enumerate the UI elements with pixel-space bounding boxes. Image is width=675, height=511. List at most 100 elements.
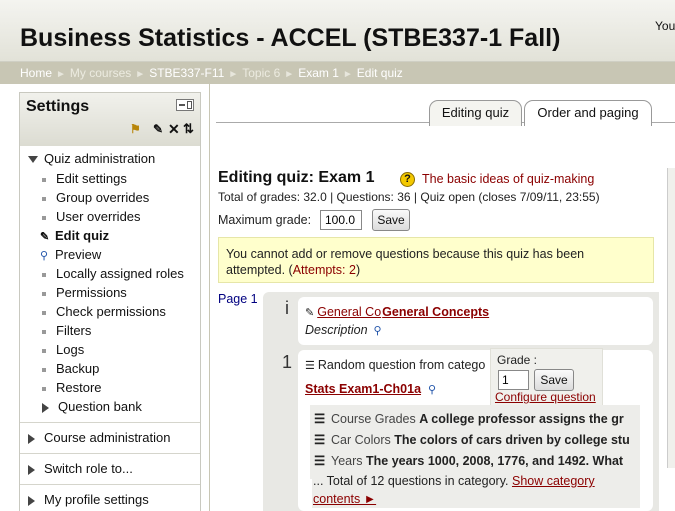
settings-item-label: Group overrides	[56, 190, 150, 205]
item-text: A college professor assigns the gr	[419, 412, 624, 426]
settings-item-user-overrides[interactable]: User overrides	[42, 209, 141, 224]
course-administration-node[interactable]: Course administration	[28, 430, 170, 445]
preview-magnifier-icon[interactable]: ⚲	[428, 384, 436, 396]
grade-input[interactable]	[498, 370, 529, 390]
breadcrumb-home[interactable]: Home	[20, 66, 52, 80]
settings-item-restore[interactable]: Restore	[42, 380, 102, 395]
breadcrumb-trail: Home ► My courses ► STBE337-F11 ► Topic 6 ► Exam…	[20, 66, 403, 80]
list-item: ☰ Years The years 1000, 2008, 1776, and 1…	[314, 453, 623, 468]
settings-title: Settings	[26, 98, 90, 115]
move-block-icon[interactable]: ⇅	[183, 121, 194, 137]
preview-magnifier-icon[interactable]: ⚲	[374, 325, 382, 337]
edit-pencil-icon: ✎	[305, 307, 315, 319]
assign-roles-icon[interactable]: ⚑	[130, 122, 141, 136]
bullet-icon	[42, 291, 46, 296]
settings-item-check-permissions[interactable]: Check permissions	[42, 304, 166, 319]
settings-item-edit-quiz[interactable]: ✎ Edit quiz	[40, 228, 109, 243]
settings-item-filters[interactable]: Filters	[42, 323, 91, 338]
item-text: The colors of cars driven by college stu	[394, 433, 630, 447]
collapsed-triangle-icon	[28, 433, 35, 444]
settings-item-label: Logs	[56, 342, 85, 357]
right-block-edge	[667, 168, 675, 468]
configure-question-link[interactable]: Configure question	[495, 391, 596, 404]
my-profile-settings-node[interactable]: My profile settings	[28, 492, 149, 507]
breadcrumb-edit-quiz: Edit quiz	[356, 66, 403, 80]
question-title-row: ✎ General CoGeneral Concepts	[305, 305, 489, 319]
dock-block-icon[interactable]	[176, 99, 194, 111]
breadcrumb-my-courses[interactable]: My courses	[70, 66, 131, 80]
tab-order-and-paging[interactable]: Order and paging	[524, 100, 652, 126]
collapsed-triangle-icon	[42, 402, 49, 413]
collapsed-triangle-icon	[28, 495, 35, 506]
attempts-link[interactable]: Attempts: 2	[293, 263, 356, 277]
settings-header: Settings ⚑ ✎ ✕ ⇅	[20, 93, 200, 146]
max-grade-label: Maximum grade:	[218, 213, 312, 227]
grade-save-button[interactable]: Save	[534, 369, 574, 391]
bullet-icon	[42, 196, 46, 201]
settings-item-preview[interactable]: ⚲ Preview	[40, 247, 101, 262]
breadcrumb: Home ► My courses ► STBE337-F11 ► Topic 6 ► Exam…	[0, 62, 675, 84]
edit-pencil-icon: ✎	[40, 231, 50, 243]
max-grade-save-button[interactable]: Save	[372, 209, 410, 231]
quiz-administration-node[interactable]: Quiz administration	[28, 151, 155, 166]
section-label: My profile settings	[44, 492, 149, 507]
item-name: Years	[331, 454, 363, 468]
settings-item-label: Edit quiz	[55, 228, 110, 243]
bullet-icon	[42, 348, 46, 353]
expanded-triangle-icon	[28, 156, 38, 164]
settings-item-logs[interactable]: Logs	[42, 342, 84, 357]
question-text-link[interactable]: General Concepts	[382, 305, 489, 319]
random-question-text: Random question from catego	[317, 358, 486, 372]
settings-item-label: Permissions	[56, 285, 127, 300]
question-list-icon: ☰	[314, 454, 326, 468]
settings-item-permissions[interactable]: Permissions	[42, 285, 127, 300]
settings-item-question-bank[interactable]: Question bank	[42, 399, 142, 414]
delete-block-icon[interactable]: ✕	[168, 121, 180, 138]
breadcrumb-exam[interactable]: Exam 1	[298, 66, 339, 80]
total-text: ... Total of 12 questions in category.	[313, 474, 509, 488]
collapsed-triangle-icon	[28, 464, 35, 475]
main-divider	[209, 84, 210, 511]
attempted-notice: You cannot add or remove questions becau…	[218, 237, 654, 283]
settings-item-locally-assigned-roles[interactable]: Locally assigned roles	[42, 266, 184, 281]
settings-item-label: Filters	[56, 323, 92, 338]
item-text: The years 1000, 2008, 1776, and 1492. Wh…	[366, 454, 624, 468]
breadcrumb-course[interactable]: STBE337-F11	[149, 66, 224, 80]
configure-block-icon[interactable]: ✎	[153, 122, 163, 136]
section-divider	[20, 422, 200, 423]
breadcrumb-separator-icon: ►	[284, 69, 295, 80]
breadcrumb-separator-icon: ►	[56, 69, 66, 80]
settings-item-edit-settings[interactable]: Edit settings	[42, 171, 127, 186]
switch-role-node[interactable]: Switch role to...	[28, 461, 133, 476]
question-type-row: Description ⚲	[305, 323, 382, 337]
settings-item-label: Edit settings	[56, 171, 127, 186]
grade-label: Grade :	[497, 353, 538, 367]
breadcrumb-topic[interactable]: Topic 6	[242, 66, 280, 80]
magnifier-icon: ⚲	[40, 250, 49, 262]
quiz-status-line: Total of grades: 32.0 | Questions: 36 | …	[218, 190, 600, 204]
settings-item-group-overrides[interactable]: Group overrides	[42, 190, 149, 205]
breadcrumb-separator-icon: ►	[135, 69, 146, 80]
question-number: 1	[282, 352, 293, 372]
help-link[interactable]: The basic ideas of quiz-making	[422, 172, 594, 186]
settings-item-backup[interactable]: Backup	[42, 361, 99, 376]
item-name: Course Grades	[331, 412, 416, 426]
max-grade-input[interactable]	[320, 210, 362, 230]
section-divider	[20, 453, 200, 454]
tab-editing-quiz[interactable]: Editing quiz	[429, 100, 522, 126]
settings-item-label: Restore	[56, 380, 102, 395]
question-list-icon: ☰	[314, 433, 326, 447]
settings-item-label: Question bank	[58, 399, 142, 414]
question-name-link[interactable]: General Co	[317, 305, 381, 319]
page-title: Editing quiz: Exam 1	[218, 169, 375, 186]
list-item: ☰ Course Grades A college professor assig…	[314, 411, 624, 426]
bullet-icon	[42, 329, 46, 334]
section-label: Course administration	[44, 430, 171, 445]
item-name: Car Colors	[331, 433, 391, 447]
quiz-administration-label: Quiz administration	[44, 151, 156, 166]
section-divider	[20, 484, 200, 485]
category-link[interactable]: Stats Exam1-Ch01a	[305, 382, 421, 396]
help-icon[interactable]: ?	[400, 172, 415, 187]
random-question-list: ☰ Course Grades A college professor assig…	[310, 405, 640, 479]
question-list-icon: ☰	[314, 412, 326, 426]
